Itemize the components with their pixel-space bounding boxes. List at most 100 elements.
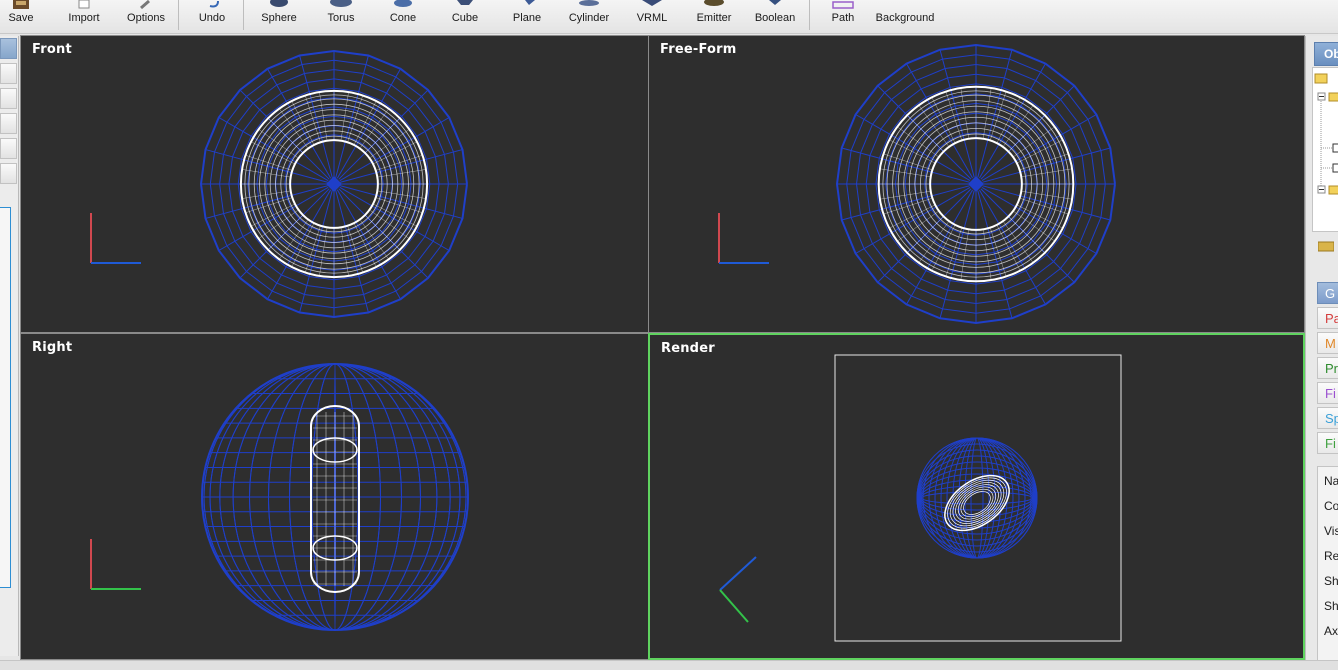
torus-spoke	[364, 214, 401, 251]
emitter-button[interactable]: Emitter	[694, 0, 734, 34]
freeform-viewport[interactable]: Free-Form	[648, 35, 1305, 333]
render-sphere-line	[917, 449, 1037, 547]
left-tool-button[interactable]	[0, 38, 17, 59]
app-window: Save Import Options Undo Sphere Torus Co…	[0, 0, 1338, 670]
torus-spoke	[1008, 115, 1045, 152]
toolbar-separator	[809, 0, 810, 30]
vrml-button[interactable]: VRML	[634, 0, 670, 34]
save-icon	[13, 0, 29, 9]
cone-icon	[394, 0, 412, 7]
left-tool-button[interactable]	[0, 138, 17, 159]
category-pr[interactable]: Pr	[1317, 357, 1338, 379]
axis-z-line	[719, 556, 757, 591]
render-sphere-line	[919, 473, 1035, 523]
freeform-wireframe	[718, 43, 1116, 325]
background-button[interactable]: Background	[874, 0, 936, 34]
cone-button[interactable]: Cone	[386, 0, 420, 34]
objects-tab[interactable]: Ob	[1314, 42, 1338, 66]
sphere-meridian	[205, 185, 328, 219]
vrml-icon	[642, 0, 662, 6]
torus-spoke	[907, 115, 944, 152]
category-fi[interactable]: Fi	[1317, 382, 1338, 404]
front-viewport[interactable]: Front	[20, 35, 649, 333]
render-frame	[834, 354, 1122, 642]
property-label: Axe	[1324, 624, 1338, 638]
render-sphere-line	[921, 491, 1033, 505]
torus-spoke	[267, 117, 304, 154]
property-label: Re	[1324, 549, 1338, 563]
viewport-title: Free-Form	[660, 42, 737, 57]
left-tool-button[interactable]	[0, 63, 17, 84]
render-sphere-line	[919, 467, 1035, 529]
render-torus-ring	[944, 474, 1010, 532]
main-toolbar: Save Import Options Undo Sphere Torus Co…	[0, 0, 1338, 34]
left-tool-button[interactable]	[0, 163, 17, 184]
viewport-title: Right	[32, 340, 73, 355]
cylinder-button[interactable]: Cylinder	[566, 0, 612, 34]
render-sphere-line	[920, 485, 1034, 511]
scene-tree[interactable]	[1312, 67, 1338, 232]
right-wireframe	[90, 363, 469, 631]
emitter-icon	[704, 0, 724, 6]
boolean-icon	[769, 0, 781, 5]
cylinder-icon	[579, 0, 599, 6]
left-tool-button[interactable]	[0, 88, 17, 109]
category-general[interactable]: G	[1317, 282, 1338, 304]
sphere-meridian	[340, 149, 463, 183]
torus-spoke	[364, 117, 401, 154]
object-panel: Ob G Pa M Pr Fi Sp Fi	[1305, 36, 1338, 660]
sphere-icon	[270, 0, 288, 7]
right-viewport[interactable]: Right	[20, 333, 649, 660]
viewport-title: Render	[661, 341, 715, 356]
sphere-meridian	[335, 55, 369, 178]
category-pa[interactable]: Pa	[1317, 307, 1338, 329]
path-button[interactable]: Path	[826, 0, 860, 34]
category-sp[interactable]: Sp	[1317, 407, 1338, 429]
render-torus	[944, 474, 1010, 532]
options-icon	[140, 0, 150, 10]
category-m[interactable]: M	[1317, 332, 1338, 354]
sphere-meridian	[335, 190, 369, 313]
sphere-button[interactable]: Sphere	[258, 0, 300, 34]
save-button[interactable]: Save	[4, 0, 38, 34]
property-label: Sh	[1324, 574, 1338, 588]
left-tool-button[interactable]	[0, 113, 17, 134]
front-wireframe	[90, 49, 468, 319]
category-fi-2[interactable]: Fi	[1317, 432, 1338, 454]
left-tool-strip	[0, 36, 19, 656]
status-bar	[0, 660, 1338, 670]
options-button[interactable]: Options	[124, 0, 168, 34]
torus-spoke	[907, 216, 944, 253]
cube-icon	[457, 0, 473, 5]
viewport-title: Front	[32, 42, 72, 57]
toolbar-separator	[243, 0, 244, 30]
left-side-panel	[0, 207, 11, 588]
property-label: Vis	[1324, 524, 1338, 538]
boolean-button[interactable]: Boolean	[755, 0, 795, 34]
cube-button[interactable]: Cube	[448, 0, 482, 34]
render-wireframe	[719, 354, 1122, 642]
properties-panel: Na Co Vis Re Sh Sh Axe	[1317, 466, 1338, 660]
sphere-meridian	[299, 190, 333, 313]
tree-icon	[1314, 73, 1338, 195]
torus-spoke	[1008, 216, 1045, 253]
path-icon	[832, 1, 854, 9]
axis-x-line	[719, 589, 749, 623]
undo-button[interactable]: Undo	[194, 0, 230, 34]
torus-icon	[330, 0, 352, 7]
sphere-meridian	[205, 149, 328, 183]
property-label: Sh	[1324, 599, 1338, 613]
background-icon	[891, 0, 919, 12]
render-torus-ring	[960, 488, 994, 518]
property-label: Na	[1324, 474, 1338, 488]
folder-icon[interactable]	[1318, 240, 1334, 252]
import-button[interactable]: Import	[64, 0, 104, 34]
torus-button[interactable]: Torus	[322, 0, 360, 34]
property-label: Co	[1324, 499, 1338, 513]
torus-spoke	[267, 214, 304, 251]
undo-icon	[209, 0, 219, 8]
plane-button[interactable]: Plane	[509, 0, 545, 34]
render-sphere-line	[918, 461, 1036, 535]
import-icon	[78, 0, 90, 9]
render-viewport[interactable]: Render	[648, 333, 1305, 660]
